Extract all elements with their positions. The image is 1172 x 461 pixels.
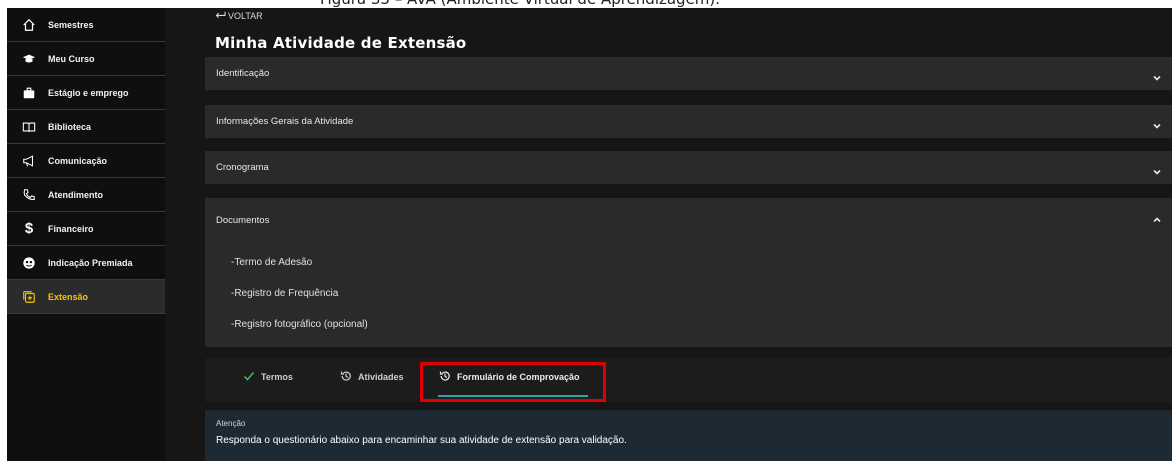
sidebar-item-estagio[interactable]: Estágio e emprego (7, 76, 165, 110)
sidebar-item-extensao[interactable]: Extensão (7, 280, 165, 314)
chevron-up-icon (1152, 212, 1162, 223)
megaphone-icon (21, 153, 37, 169)
sidebar-item-label: Meu Curso (48, 53, 95, 64)
main-content: VOLTAR Minha Atividade de Extensão Ident… (165, 8, 1172, 461)
history-icon (340, 370, 352, 384)
chevron-down-icon (1152, 118, 1162, 129)
document-link-frequencia[interactable]: -Registro de Frequência (231, 288, 338, 299)
sidebar-item-indicacao[interactable]: Indicação Premiada (7, 246, 165, 280)
sidebar-item-label: Comunicação (48, 155, 108, 166)
tab-label: Termos (261, 372, 293, 382)
figure-caption-text: Figura 33 – AVA (Ambiente Virtual de Apr… (320, 0, 720, 8)
back-link[interactable]: VOLTAR (215, 10, 263, 21)
document-link-fotografico[interactable]: -Registro fotográfico (opcional) (231, 319, 368, 330)
accordion-label: Identificação (216, 68, 270, 79)
sidebar-item-label: Semestres (48, 19, 94, 30)
back-label: VOLTAR (228, 10, 263, 21)
dollar-icon: $ (24, 220, 34, 237)
sidebar-item-label: Indicação Premiada (48, 257, 133, 268)
sidebar-item-semestres[interactable]: Semestres (7, 8, 165, 42)
graduation-cap-icon (21, 51, 37, 67)
award-icon (21, 255, 37, 271)
phone-icon (21, 187, 37, 203)
attention-banner: Atenção Responda o questionário abaixo p… (205, 410, 1172, 461)
sidebar-item-meu-curso[interactable]: Meu Curso (7, 42, 165, 76)
page-title: Minha Atividade de Extensão (215, 34, 467, 52)
book-icon (21, 119, 37, 135)
accordion-label: Documentos (216, 215, 270, 226)
sidebar-item-label: Extensão (48, 291, 89, 302)
tab-termos[interactable]: Termos (243, 366, 293, 388)
home-icon (21, 17, 37, 33)
accordion-label: Informações Gerais da Atividade (216, 116, 354, 127)
accordion-label: Cronograma (216, 162, 269, 173)
accordion-identificacao[interactable]: Identificação (205, 57, 1172, 90)
tab-label: Atividades (358, 372, 404, 382)
accordion-documentos[interactable]: Documentos -Termo de Adesão -Registro de… (205, 198, 1172, 347)
sidebar-item-label: Financeiro (48, 223, 94, 234)
tab-bar: Termos Atividades Formulário de Comprova… (205, 358, 1172, 402)
alert-message: Responda o questionário abaixo para enca… (216, 435, 627, 446)
alert-title: Atenção (216, 419, 246, 428)
return-arrow-icon (215, 10, 226, 21)
sidebar-item-label: Biblioteca (48, 121, 92, 132)
sidebar-item-label: Atendimento (48, 189, 103, 200)
chevron-down-icon (1152, 70, 1162, 81)
accordion-cronograma[interactable]: Cronograma (205, 151, 1172, 184)
tab-atividades[interactable]: Atividades (340, 366, 404, 388)
sidebar: Semestres Meu Curso Estágio e emprego Bi… (7, 8, 165, 461)
document-link-termo[interactable]: -Termo de Adesão (231, 257, 312, 268)
sidebar-item-comunicacao[interactable]: Comunicação (7, 144, 165, 178)
briefcase-icon (21, 85, 37, 101)
accordion-informacoes[interactable]: Informações Gerais da Atividade (205, 105, 1172, 138)
sidebar-item-biblioteca[interactable]: Biblioteca (7, 110, 165, 144)
sidebar-item-financeiro[interactable]: $ Financeiro (7, 212, 165, 246)
sidebar-item-label: Estágio e emprego (48, 87, 129, 98)
sidebar-item-atendimento[interactable]: Atendimento (7, 178, 165, 212)
chevron-down-icon (1152, 164, 1162, 175)
extension-icon (21, 289, 37, 305)
highlight-box (420, 362, 606, 402)
checkmark-icon (243, 370, 255, 384)
figure-caption: Figura 33 – AVA (Ambiente Virtual de Apr… (0, 0, 1172, 8)
